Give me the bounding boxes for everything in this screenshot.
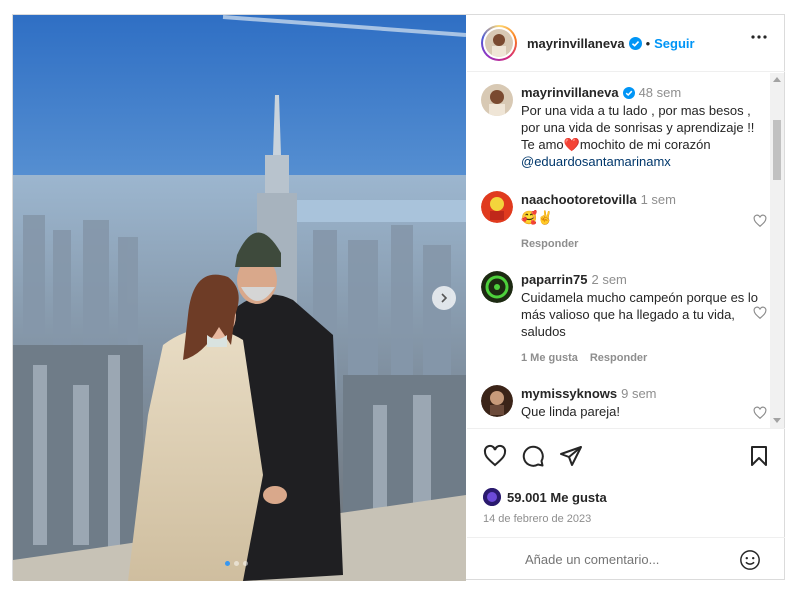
photo-scene — [13, 15, 466, 581]
comment-text: 🥰✌️ — [521, 210, 554, 225]
heart-icon[interactable] — [483, 444, 507, 468]
caption-text: Por una vida a tu lado , por mas besos ,… — [521, 102, 761, 170]
share-icon[interactable] — [559, 444, 583, 468]
follow-button[interactable]: Seguir — [654, 36, 694, 51]
author-avatar[interactable] — [481, 25, 517, 61]
reply-button[interactable]: Responder — [521, 238, 578, 250]
author-username[interactable]: mayrinvillaneva — [527, 36, 625, 51]
commenter-avatar[interactable] — [481, 385, 513, 417]
comment-text: Que linda pareja! — [521, 404, 621, 419]
carousel-dot — [234, 561, 239, 566]
author-avatar-small[interactable] — [481, 84, 513, 116]
carousel-dot — [243, 561, 248, 566]
commenter-avatar[interactable] — [481, 271, 513, 303]
comment-like-icon[interactable] — [753, 406, 767, 420]
reply-button[interactable]: Responder — [590, 352, 647, 364]
post-date: 14 de febrero de 2023 — [483, 513, 592, 525]
comment-actions: Responder — [521, 236, 761, 253]
scroll-down-icon[interactable] — [773, 418, 781, 423]
liker-avatar — [483, 488, 501, 506]
caption-username[interactable]: mayrinvillaneva — [521, 85, 619, 100]
comment-like-count[interactable]: 1 Me gusta — [521, 352, 578, 364]
add-comment-row — [467, 537, 785, 582]
comment-username[interactable]: paparrin75 — [521, 272, 587, 287]
caption-mention[interactable]: @eduardosantamarinamx — [521, 154, 671, 169]
carousel-dots — [225, 561, 248, 566]
comment-username[interactable]: naachootoretovilla — [521, 192, 637, 207]
post-side-panel: mayrinvillaneva • Seguir mayrinvillaneva… — [467, 15, 785, 581]
likes-row[interactable]: 59.001 Me gusta — [483, 488, 607, 506]
scroll-up-icon[interactable] — [773, 77, 781, 82]
comment-time: 9 sem — [621, 386, 657, 401]
carousel-next-button[interactable] — [432, 286, 456, 310]
comment-username[interactable]: mymissyknows — [521, 386, 617, 401]
comment-like-icon[interactable] — [753, 214, 767, 228]
comment-text: Cuidamela mucho campeón porque es lo más… — [521, 290, 759, 339]
comment-like-icon[interactable] — [753, 306, 767, 320]
header-separator: • — [645, 35, 651, 51]
comment-actions: 1 Me gusta Responder — [521, 350, 761, 367]
chevron-right-icon — [441, 293, 448, 303]
comment-time: 1 sem — [640, 192, 676, 207]
caption-body-end: mochito de mi corazón — [579, 137, 711, 152]
comment-time: 2 sem — [591, 272, 627, 287]
more-options-icon[interactable] — [751, 35, 767, 39]
post-header: mayrinvillaneva • Seguir — [467, 15, 785, 72]
likes-count[interactable]: 59.001 Me gusta — [507, 490, 607, 505]
add-comment-input[interactable] — [525, 552, 725, 567]
post-photo[interactable] — [13, 15, 466, 581]
scrollbar-thumb[interactable] — [773, 120, 781, 180]
avatar-image — [485, 29, 513, 57]
emoji-icon[interactable] — [739, 549, 761, 571]
post-actions: 59.001 Me gusta 14 de febrero de 2023 — [467, 428, 785, 581]
post-modal: mayrinvillaneva • Seguir mayrinvillaneva… — [12, 14, 785, 581]
comments-list[interactable]: mayrinvillaneva 48 sem Por una vida a tu … — [467, 73, 785, 428]
carousel-dot-active — [225, 561, 230, 566]
heart-emoji: ❤️ — [563, 137, 580, 152]
bookmark-icon[interactable] — [747, 444, 771, 468]
caption-time: 48 sem — [638, 85, 682, 100]
comment-icon[interactable] — [521, 444, 545, 468]
verified-badge-icon — [628, 36, 642, 50]
commenter-avatar[interactable] — [481, 191, 513, 223]
verified-badge-icon — [622, 87, 635, 99]
